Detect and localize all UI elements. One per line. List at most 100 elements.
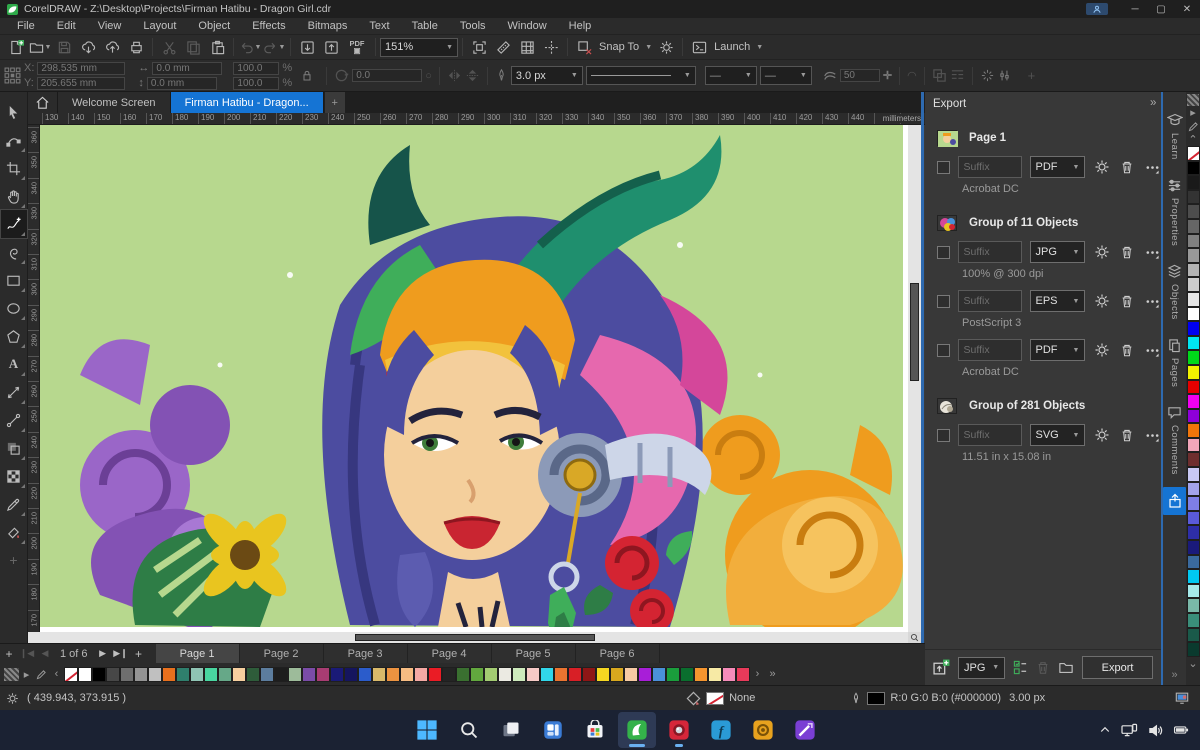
color-swatch[interactable] [568,666,582,682]
undo-button[interactable]: ▼ [238,37,262,58]
menu-effects[interactable]: Effects [241,18,296,35]
color-swatch[interactable] [1186,262,1200,278]
color-swatch[interactable] [1186,160,1200,176]
status-settings-icon[interactable] [6,692,19,705]
color-swatch[interactable] [1186,218,1200,234]
add-page-button-2[interactable]: + [130,644,148,664]
suffix-input[interactable] [957,156,1022,178]
page-tab-3[interactable]: Page 3 [323,643,408,664]
export-row-checkbox[interactable] [937,245,950,259]
add-export-icon[interactable] [933,659,950,676]
color-swatch[interactable] [1186,379,1200,395]
palette-scroll-up-icon[interactable]: ⌃ [1186,133,1200,146]
footer-format-select[interactable]: JPG ▼ [958,656,1006,679]
color-swatch[interactable] [484,666,498,682]
color-swatch[interactable] [134,666,148,682]
color-swatch[interactable] [1186,510,1200,526]
more-options-icon[interactable] [1144,294,1161,309]
line-style-select[interactable]: ▼ [585,66,696,85]
export-row-checkbox[interactable] [937,294,950,308]
format-select[interactable]: PDF ▼ [1029,156,1086,178]
color-swatch[interactable] [1186,277,1200,292]
page-tab-5[interactable]: Page 5 [491,643,576,664]
delete-row-icon[interactable] [1119,343,1136,358]
cloud-upload-button[interactable] [100,37,124,58]
spinner-icon[interactable]: ✛ [883,69,892,82]
color-swatch[interactable] [512,666,526,682]
canvas-artwork[interactable] [40,125,903,627]
color-swatch[interactable] [232,666,246,682]
palette-eyedropper-icon[interactable] [34,667,49,682]
color-swatch[interactable] [442,666,456,682]
color-swatch[interactable] [554,666,568,682]
color-swatch[interactable] [1186,248,1200,263]
delete-row-icon[interactable] [1119,294,1136,309]
suffix-input[interactable] [957,339,1022,361]
color-swatch[interactable] [722,666,736,682]
paste-button[interactable] [205,37,229,58]
color-swatch[interactable] [582,666,596,682]
color-swatch[interactable] [1186,598,1200,613]
connector-tool[interactable] [1,406,27,434]
format-settings-icon[interactable] [1093,293,1110,309]
taskbar-widgets-icon[interactable] [534,712,572,748]
palette-pattern-swatch[interactable] [1187,94,1199,106]
outline-width-select[interactable]: 3.0 px ▼ [510,66,583,85]
volume-icon[interactable] [1148,723,1163,738]
new-document-button[interactable] [4,37,28,58]
import-button[interactable] [295,37,319,58]
page-tab-2[interactable]: Page 2 [239,643,324,664]
color-swatch[interactable] [1186,496,1200,511]
color-swatch[interactable] [358,666,372,682]
color-swatch[interactable] [78,666,92,682]
scale-x-input[interactable] [233,61,280,75]
color-swatch[interactable] [1186,306,1200,322]
pan-tool[interactable] [1,182,27,210]
close-button[interactable]: ✕ [1174,0,1200,18]
color-swatch[interactable] [624,666,638,682]
minimize-button[interactable]: ─ [1122,0,1148,18]
battery-icon[interactable] [1173,723,1190,737]
zoom-corner-button[interactable] [908,632,921,643]
suffix-input[interactable] [957,424,1022,446]
taskbar-microsoft-store-icon[interactable] [576,712,614,748]
suffix-input[interactable] [957,290,1022,312]
color-swatch[interactable] [638,666,652,682]
document-tab-0[interactable]: Welcome Screen [58,92,171,113]
format-settings-icon[interactable] [1093,159,1110,175]
color-swatch[interactable] [176,666,190,682]
mesh-fill-tool[interactable] [1,462,27,490]
add-page-button[interactable]: + [0,644,18,664]
palette-scroll-left-icon[interactable]: ‹ [49,667,64,682]
more-options-icon[interactable] [1144,343,1161,358]
object-y-input[interactable] [36,76,125,90]
new-document-tab-button[interactable]: + [324,92,345,113]
text-tool[interactable]: A [1,350,27,378]
launch-select[interactable]: ▼ [753,37,765,58]
ellipse-tool[interactable] [1,294,27,322]
options-button[interactable] [654,37,678,58]
docker-tab-learn[interactable]: Learn [1163,106,1186,166]
full-screen-preview-button[interactable] [467,37,491,58]
document-tab-1[interactable]: Firman Hatibu - Dragon... [170,92,324,113]
fill-color-swatch[interactable] [706,691,725,705]
arrow-end-select[interactable]: — ▼ [759,66,812,85]
docker-tab-properties[interactable]: Properties [1163,172,1186,252]
export-options-icon[interactable] [1013,660,1028,675]
color-swatch[interactable] [1186,394,1200,409]
shape-tool[interactable] [1,126,27,154]
redo-button[interactable]: ▼ [262,37,286,58]
color-swatch[interactable] [414,666,428,682]
color-swatch[interactable] [190,666,204,682]
rotation-angle-input[interactable] [352,69,423,82]
color-swatch[interactable] [1186,189,1200,205]
page-tab-6[interactable]: Page 6 [575,643,660,664]
copy-button[interactable] [181,37,205,58]
palette-scroll-down-icon[interactable]: ⌄ [1186,657,1200,670]
delete-row-icon[interactable] [1119,160,1136,175]
publish-to-pdf-button[interactable]: PDF ▣ [343,37,371,58]
export-button[interactable]: Export [1082,656,1153,679]
format-settings-icon[interactable] [1093,342,1110,358]
more-options-icon[interactable] [1144,160,1161,175]
color-swatch[interactable] [666,666,680,682]
